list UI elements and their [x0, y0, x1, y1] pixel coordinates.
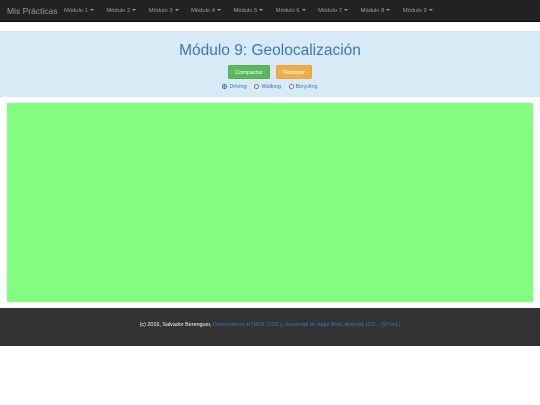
- nav-item-modulo-7[interactable]: Módulo 7: [318, 0, 349, 22]
- nav-item-modulo-3[interactable]: Módulo 3: [149, 0, 179, 22]
- navbar-brand[interactable]: Mis Prácticas: [7, 0, 58, 22]
- radio-unchecked-icon[interactable]: [254, 84, 260, 89]
- caret-down-icon: [216, 9, 221, 12]
- footer: (c) 2016, Salvador Berenguer, Desarrollo…: [0, 308, 540, 346]
- radio-unchecked-icon[interactable]: [288, 84, 294, 89]
- compact-button[interactable]: Compactar: [228, 65, 270, 79]
- footer-copyright: (c) 2016, Salvador Berenguer,: [139, 322, 212, 328]
- nav-item-modulo-5[interactable]: Módulo 5: [233, 0, 264, 22]
- radio-walking[interactable]: Walking: [254, 82, 281, 92]
- nav-item-modulo-2[interactable]: Módulo 2: [106, 0, 137, 22]
- page-title: Módulo 9: Geolocalización: [179, 42, 361, 59]
- button-group: Compactar Reiniciar: [0, 65, 540, 79]
- nav-item-modulo-8[interactable]: Módulo 8: [361, 0, 391, 22]
- nav-item-modulo-6[interactable]: Módulo 6: [276, 0, 306, 22]
- radio-bicycling[interactable]: Bicycling: [288, 82, 318, 92]
- nav-item-modulo-1[interactable]: Módulo 1: [64, 0, 94, 22]
- caret-down-icon: [344, 9, 349, 12]
- map-canvas[interactable]: [7, 103, 533, 302]
- caret-down-icon: [259, 9, 264, 12]
- header-panel: Módulo 9: Geolocalización Compactar Rein…: [0, 31, 540, 97]
- caret-down-icon: [89, 9, 94, 12]
- nav-item-modulo-9[interactable]: Módulo 9: [403, 0, 433, 22]
- footer-course-link[interactable]: Desarrollo en HTML5, CSS y Javascript de…: [213, 322, 400, 328]
- caret-down-icon: [428, 9, 433, 12]
- travel-mode-group: Driving Walking Bicycling: [0, 82, 540, 92]
- caret-down-icon: [301, 9, 306, 12]
- caret-down-icon: [386, 9, 391, 12]
- reset-button[interactable]: Reiniciar: [276, 65, 312, 79]
- nav-menu: Módulo 1 Módulo 2 Módulo 3 Módulo 4 Módu…: [64, 0, 445, 22]
- radio-driving[interactable]: Driving: [222, 82, 247, 92]
- nav-item-modulo-4[interactable]: Módulo 4: [191, 0, 221, 22]
- radio-checked-icon[interactable]: [222, 84, 228, 89]
- caret-down-icon: [132, 9, 137, 12]
- navbar: Mis Prácticas Módulo 1 Módulo 2 Módulo 3…: [0, 0, 540, 22]
- map-container: [0, 97, 540, 308]
- caret-down-icon: [174, 9, 179, 12]
